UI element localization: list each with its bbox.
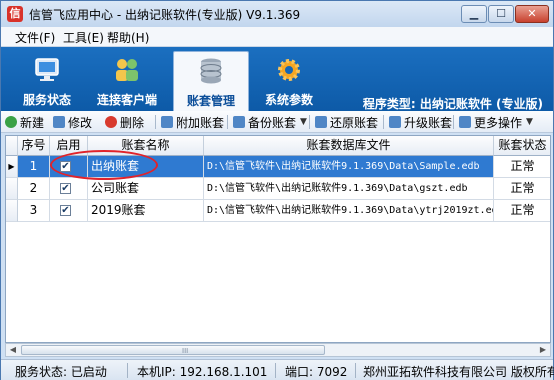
add-icon bbox=[5, 116, 17, 128]
row-indicator bbox=[6, 200, 18, 222]
cell-status: 正常 bbox=[494, 156, 550, 178]
copyright-text: 郑州亚拓软件科技有限公司 版权所有 bbox=[363, 365, 554, 379]
port-text: 端口: 7092 bbox=[285, 365, 348, 379]
program-type-label: 程序类型: 出纳记账软件 (专业版) bbox=[362, 97, 543, 111]
cell-name: 公司账套 bbox=[88, 178, 204, 200]
scroll-right-icon[interactable]: ▶ bbox=[536, 344, 550, 356]
delete-icon bbox=[105, 116, 117, 128]
tab-label: 系统参数 bbox=[264, 93, 313, 107]
delete-button[interactable]: 删除 bbox=[105, 113, 144, 131]
toolbar-divider bbox=[227, 115, 228, 129]
toolbar-divider bbox=[155, 115, 156, 129]
menu-file[interactable]: 文件(F) bbox=[15, 29, 55, 46]
app-logo-icon: 信 bbox=[7, 6, 23, 22]
status-divider bbox=[275, 363, 276, 378]
app-window: 信 信管飞应用中心 - 出纳记账软件(专业版) V9.1.369 ▁ ☐ ✕ 文… bbox=[0, 0, 554, 380]
menu-bar: 文件(F) 工具(E) 帮助(H) bbox=[1, 27, 553, 47]
tab-label: 账套管理 bbox=[186, 94, 235, 108]
cell-name: 2019账套 bbox=[88, 200, 204, 222]
restore-icon bbox=[315, 116, 327, 128]
upgrade-label: 升级账套 bbox=[404, 115, 453, 130]
tab-clients[interactable]: 连接客户端 bbox=[89, 51, 165, 111]
toolbar: 新建 修改 删除 附加账套 备份账套 ▼ 还原账套 升级账套 更多操作 ▼ bbox=[1, 111, 553, 133]
attach-label: 附加账套 bbox=[176, 115, 225, 130]
restore-account-button[interactable]: 还原账套 bbox=[315, 113, 378, 131]
edit-icon bbox=[53, 116, 65, 128]
cell-enabled: ✔ bbox=[50, 178, 88, 200]
cell-status: 正常 bbox=[494, 200, 550, 222]
current-row-indicator-icon: ▶ bbox=[6, 156, 18, 178]
users-icon bbox=[116, 59, 138, 81]
row-indicator bbox=[6, 178, 18, 200]
menu-tools[interactable]: 工具(E) bbox=[63, 29, 104, 46]
menu-help[interactable]: 帮助(H) bbox=[107, 29, 149, 46]
title-bar: 信 信管飞应用中心 - 出纳记账软件(专业版) V9.1.369 ▁ ☐ ✕ bbox=[1, 1, 553, 27]
maximize-button[interactable]: ☐ bbox=[488, 5, 514, 23]
enabled-checkbox[interactable]: ✔ bbox=[60, 183, 71, 194]
highlight-ring-annotation bbox=[50, 150, 158, 180]
cell-no: 1 bbox=[18, 156, 50, 178]
cell-enabled: ✔ bbox=[50, 200, 88, 222]
scroll-left-icon[interactable]: ◀ bbox=[6, 344, 20, 356]
more-label: 更多操作 bbox=[474, 115, 523, 130]
gear-icon bbox=[278, 59, 300, 81]
close-button[interactable]: ✕ bbox=[515, 5, 549, 23]
horizontal-scrollbar[interactable]: ◀ III ▶ bbox=[5, 343, 551, 357]
edit-button[interactable]: 修改 bbox=[53, 113, 92, 131]
account-table[interactable]: 序号 启用 账套名称 账套数据库文件 账套状态 ▶ 1 ✔ 出纳账套 D:\信管… bbox=[5, 135, 551, 343]
new-label: 新建 bbox=[20, 115, 45, 130]
monitor-icon bbox=[35, 58, 59, 81]
attach-account-button[interactable]: 附加账套 bbox=[161, 113, 224, 131]
status-divider bbox=[127, 363, 128, 378]
row-indicator-header bbox=[6, 136, 18, 156]
toolbar-divider bbox=[383, 115, 384, 129]
toolbar-divider bbox=[309, 115, 310, 129]
attach-icon bbox=[161, 116, 173, 128]
toolbar-divider bbox=[453, 115, 454, 129]
cell-status: 正常 bbox=[494, 178, 550, 200]
tab-system-params[interactable]: 系统参数 bbox=[251, 51, 327, 111]
chevron-down-icon: ▼ bbox=[300, 117, 307, 127]
column-header-status[interactable]: 账套状态 bbox=[494, 136, 550, 156]
new-button[interactable]: 新建 bbox=[5, 113, 44, 131]
status-divider bbox=[355, 363, 356, 378]
minimize-button[interactable]: ▁ bbox=[461, 5, 487, 23]
restore-label: 还原账套 bbox=[330, 115, 379, 130]
cell-file: D:\信管飞软件\出纳记账软件9.1.369\Data\ytrj2019zt.e… bbox=[204, 200, 494, 222]
window-title: 信管飞应用中心 - 出纳记账软件(专业版) V9.1.369 bbox=[29, 8, 301, 22]
backup-label: 备份账套 bbox=[248, 115, 297, 130]
backup-account-button[interactable]: 备份账套 ▼ bbox=[233, 113, 307, 131]
more-icon bbox=[459, 116, 471, 128]
cell-file: D:\信管飞软件\出纳记账软件9.1.369\Data\gszt.edb bbox=[204, 178, 494, 200]
edit-label: 修改 bbox=[68, 115, 93, 130]
more-actions-button[interactable]: 更多操作 ▼ bbox=[459, 113, 533, 131]
scrollbar-thumb[interactable]: III bbox=[21, 345, 325, 355]
cell-file: D:\信管飞软件\出纳记账软件9.1.369\Data\Sample.edb bbox=[204, 156, 494, 178]
chevron-down-icon: ▼ bbox=[526, 117, 533, 127]
upgrade-icon bbox=[389, 116, 401, 128]
enabled-checkbox[interactable]: ✔ bbox=[60, 205, 71, 216]
tab-label: 连接客户端 bbox=[96, 93, 157, 107]
table-row[interactable]: 3 ✔ 2019账套 D:\信管飞软件\出纳记账软件9.1.369\Data\y… bbox=[6, 200, 550, 222]
upgrade-account-button[interactable]: 升级账套 bbox=[389, 113, 452, 131]
cell-no: 3 bbox=[18, 200, 50, 222]
grip-icon: III bbox=[182, 347, 189, 355]
cell-no: 2 bbox=[18, 178, 50, 200]
tab-service-status[interactable]: 服务状态 bbox=[9, 51, 85, 111]
tab-label: 服务状态 bbox=[22, 93, 71, 107]
column-header-file[interactable]: 账套数据库文件 bbox=[204, 136, 494, 156]
delete-label: 删除 bbox=[120, 115, 145, 130]
table-row[interactable]: 2 ✔ 公司账套 D:\信管飞软件\出纳记账软件9.1.369\Data\gsz… bbox=[6, 178, 550, 200]
backup-icon bbox=[233, 116, 245, 128]
status-bar: 服务状态: 已启动 本机IP: 192.168.1.101 端口: 7092 郑… bbox=[1, 359, 554, 380]
local-ip-text: 本机IP: 192.168.1.101 bbox=[137, 365, 268, 379]
ribbon-header: 服务状态 连接客户端 账套管理 系统参数 程序类型: 出纳记账软件 (专业版) bbox=[1, 47, 553, 111]
column-header-no[interactable]: 序号 bbox=[18, 136, 50, 156]
tab-account-management[interactable]: 账套管理 bbox=[173, 51, 249, 111]
service-status-text: 服务状态: 已启动 bbox=[15, 365, 107, 379]
database-icon bbox=[200, 58, 222, 84]
